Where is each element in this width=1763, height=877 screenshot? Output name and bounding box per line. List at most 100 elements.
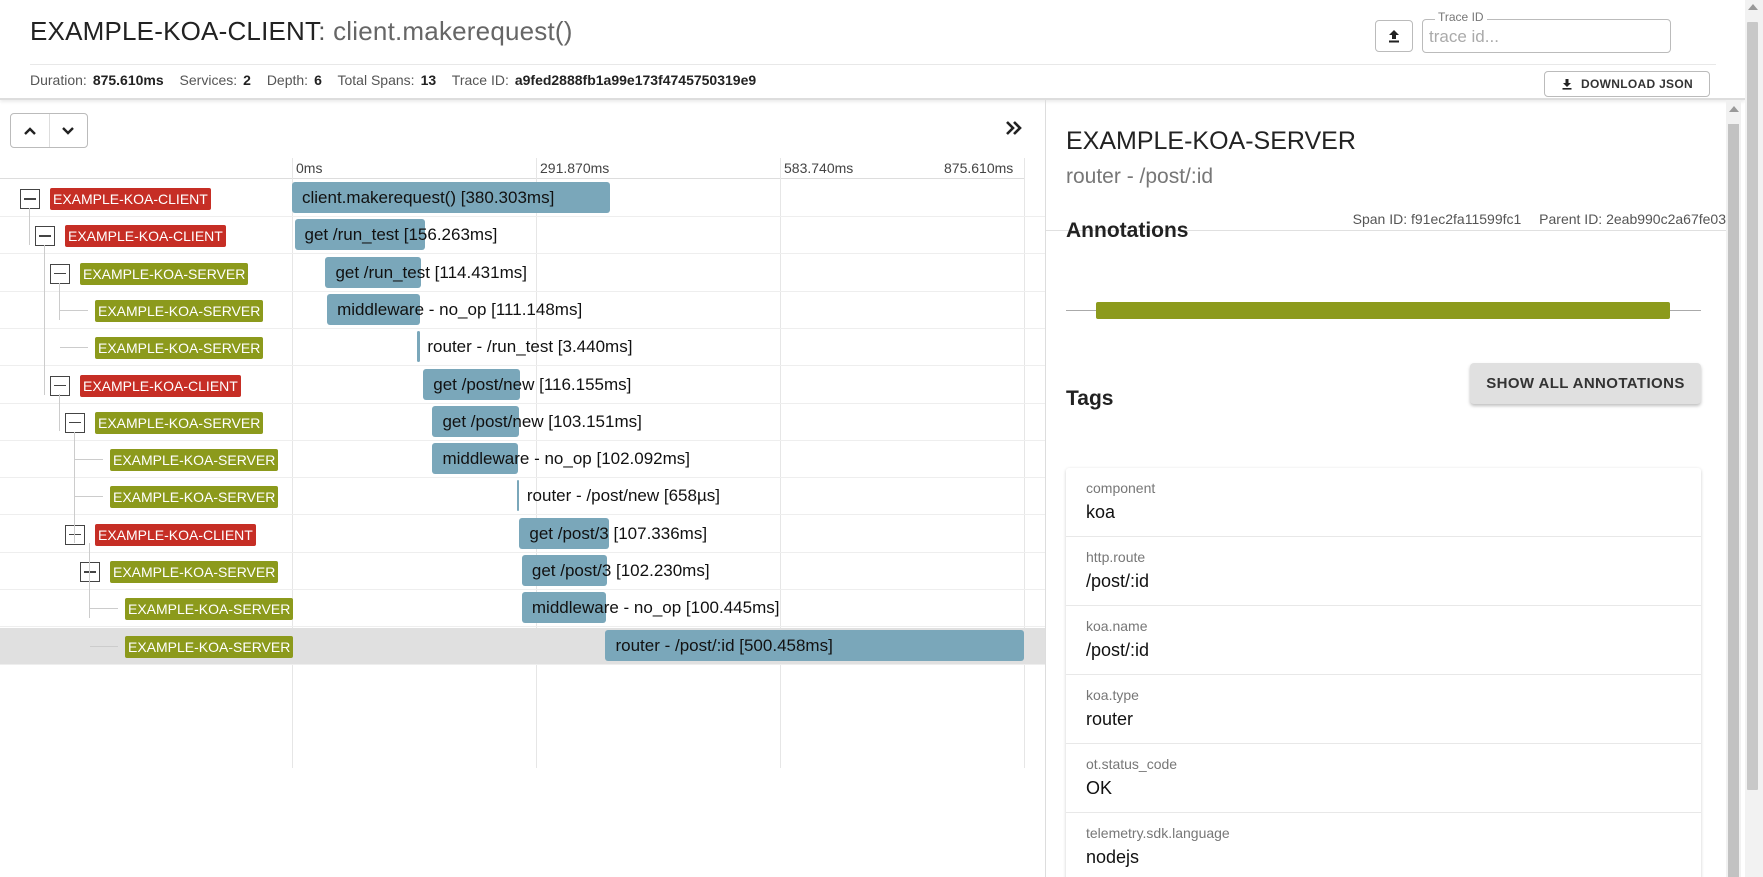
collapse-toggle-icon[interactable] xyxy=(65,412,85,433)
span-row[interactable]: EXAMPLE-KOA-CLIENT client.makerequest() [… xyxy=(0,180,1045,217)
detail-ids: Span ID: f91ec2fa11599fc1 Parent ID: 2ea… xyxy=(1353,211,1726,227)
tag-value: router xyxy=(1086,709,1134,729)
show-all-annotations-button[interactable]: SHOW ALL ANNOTATIONS xyxy=(1470,363,1701,404)
tree-guide xyxy=(59,283,60,320)
annotation-span-bar[interactable] xyxy=(1096,302,1670,319)
detail-scrollbar[interactable] xyxy=(1726,100,1741,877)
services-label: Services: xyxy=(179,72,238,88)
tag-key: ot.status_code xyxy=(1086,756,1178,772)
span-row[interactable]: EXAMPLE-KOA-SERVER router - /run_test [3.… xyxy=(0,329,1045,367)
span-detail-panel: EXAMPLE-KOA-SERVER router - /post/:id Sp… xyxy=(1046,100,1746,877)
service-badge: EXAMPLE-KOA-CLIENT xyxy=(65,225,226,248)
tree-guide xyxy=(59,394,60,431)
timeline-ruler xyxy=(0,158,1024,179)
span-row[interactable]: EXAMPLE-KOA-SERVER get /post/new [103.151… xyxy=(0,404,1045,441)
tags-heading: Tags xyxy=(1066,387,1114,410)
upload-icon xyxy=(1389,30,1399,43)
trace-header: EXAMPLE-KOA-CLIENT: client.makerequest()… xyxy=(0,0,1745,100)
services-value: 2 xyxy=(243,72,251,88)
collapse-toggle-icon[interactable] xyxy=(35,226,55,247)
span-duration-bar[interactable] xyxy=(417,331,421,363)
span-label: middleware - no_op [100.445ms] xyxy=(531,598,780,618)
root-span-name: client.makerequest() xyxy=(333,16,573,46)
span-label: middleware - no_op [102.092ms] xyxy=(442,449,691,469)
duration-label: Duration: xyxy=(30,72,87,88)
tree-connector xyxy=(75,459,103,461)
span-label: middleware - no_op [111.148ms] xyxy=(337,299,583,319)
header-divider xyxy=(30,64,1716,65)
tag-row: ot.status_code OK xyxy=(1066,744,1701,813)
tick-label: 583.740ms xyxy=(784,160,854,176)
span-row[interactable]: EXAMPLE-KOA-SERVER middleware - no_op [10… xyxy=(0,590,1045,628)
tag-value: nodejs xyxy=(1086,847,1140,867)
upload-button[interactable] xyxy=(1375,20,1413,52)
span-label: router - /run_test [3.440ms] xyxy=(427,337,633,357)
service-badge: EXAMPLE-KOA-SERVER xyxy=(95,299,264,322)
tree-guide xyxy=(89,543,90,618)
page-scrollbar-thumb[interactable] xyxy=(1747,22,1758,790)
span-label: get /post/3 [107.336ms] xyxy=(529,523,708,543)
trace-id-input[interactable] xyxy=(1427,25,1666,49)
span-row[interactable]: EXAMPLE-KOA-CLIENT get /run_test [156.263… xyxy=(0,217,1045,255)
title-separator: : xyxy=(318,16,326,46)
tag-value: /post/:id xyxy=(1086,640,1150,660)
total-spans-value: 13 xyxy=(420,72,437,88)
tag-row: http.route/post/:id xyxy=(1066,537,1701,606)
tree-connector xyxy=(60,309,88,311)
page-scrollbar[interactable] xyxy=(1745,0,1763,877)
collapse-toggle-icon[interactable] xyxy=(65,524,85,545)
trace-stats: Duration: 875.610ms Services: 2 Depth: 6 To… xyxy=(30,72,768,88)
tree-guide xyxy=(74,432,75,507)
tree-connector xyxy=(60,347,88,349)
parent-id-value: 2eab990c2a67fe03 xyxy=(1606,211,1726,227)
span-row[interactable]: EXAMPLE-KOA-SERVER middleware - no_op [11… xyxy=(0,292,1045,329)
service-badge: EXAMPLE-KOA-CLIENT xyxy=(80,374,241,397)
previous-span-button[interactable] xyxy=(11,114,50,147)
detail-service-name: EXAMPLE-KOA-SERVER xyxy=(1066,127,1356,155)
span-duration-bar[interactable] xyxy=(516,480,519,512)
service-badge: EXAMPLE-KOA-SERVER xyxy=(95,411,264,434)
span-row[interactable]: EXAMPLE-KOA-CLIENT get /post/new [116.155… xyxy=(0,367,1045,404)
span-row[interactable]: EXAMPLE-KOA-SERVER middleware - no_op [10… xyxy=(0,441,1045,479)
collapse-detail-button[interactable] xyxy=(1004,120,1024,141)
span-row[interactable]: EXAMPLE-KOA-SERVER router - /post/new [65… xyxy=(0,478,1045,516)
download-json-button[interactable]: DOWNLOAD JSON xyxy=(1544,71,1710,97)
trace-id-value: a9fed2888fb1a99e173f4745750319e9 xyxy=(514,72,757,88)
chevron-down-icon xyxy=(62,126,75,135)
collapse-toggle-icon[interactable] xyxy=(50,375,70,396)
trace-id-label: Trace ID: xyxy=(451,72,509,88)
span-row[interactable]: EXAMPLE-KOA-CLIENT get /post/3 [107.336ms… xyxy=(0,516,1045,553)
trace-id-field[interactable]: Trace ID xyxy=(1422,10,1671,53)
service-badge: EXAMPLE-KOA-SERVER xyxy=(125,598,294,621)
tick-label: 875.610ms xyxy=(944,160,1014,176)
collapse-toggle-icon[interactable] xyxy=(20,189,40,209)
tag-value: OK xyxy=(1086,778,1113,798)
root-service-name: EXAMPLE-KOA-CLIENT xyxy=(30,16,319,46)
total-spans-label: Total Spans: xyxy=(337,72,415,88)
annotations-heading: Annotations xyxy=(1066,219,1189,242)
collapse-toggle-icon[interactable] xyxy=(50,263,70,284)
span-label: get /post/3 [102.230ms] xyxy=(531,561,710,580)
tag-key: koa.type xyxy=(1086,687,1139,703)
tree-connector xyxy=(90,645,118,647)
tag-row: component koa xyxy=(1066,468,1701,537)
span-row[interactable]: EXAMPLE-KOA-SERVER router - /post/:id [50… xyxy=(0,627,1045,665)
service-badge: EXAMPLE-KOA-CLIENT xyxy=(50,188,211,210)
tag-value: /post/:id xyxy=(1086,571,1150,591)
collapse-toggle-icon[interactable] xyxy=(80,562,100,582)
detail-scrollbar-thumb[interactable] xyxy=(1728,124,1739,877)
next-span-button[interactable] xyxy=(50,114,88,147)
double-chevron-right-icon xyxy=(1006,121,1022,135)
span-id-label: Span ID: xyxy=(1352,211,1408,227)
page-scroll-up-arrow-icon[interactable] xyxy=(1748,4,1758,10)
tag-key: telemetry.sdk.language xyxy=(1086,825,1230,841)
span-row[interactable]: EXAMPLE-KOA-SERVER get /run_test [114.431… xyxy=(0,255,1045,292)
tree-connector xyxy=(75,496,103,498)
chevron-up-icon xyxy=(23,126,36,135)
scroll-up-arrow-icon[interactable] xyxy=(1729,106,1739,112)
tag-value: koa xyxy=(1086,502,1116,522)
service-badge: EXAMPLE-KOA-SERVER xyxy=(80,262,249,285)
row-divider xyxy=(0,663,1045,665)
span-row[interactable]: EXAMPLE-KOA-SERVER get /post/3 [102.230ms… xyxy=(0,553,1045,590)
download-json-label: DOWNLOAD JSON xyxy=(1581,77,1693,91)
